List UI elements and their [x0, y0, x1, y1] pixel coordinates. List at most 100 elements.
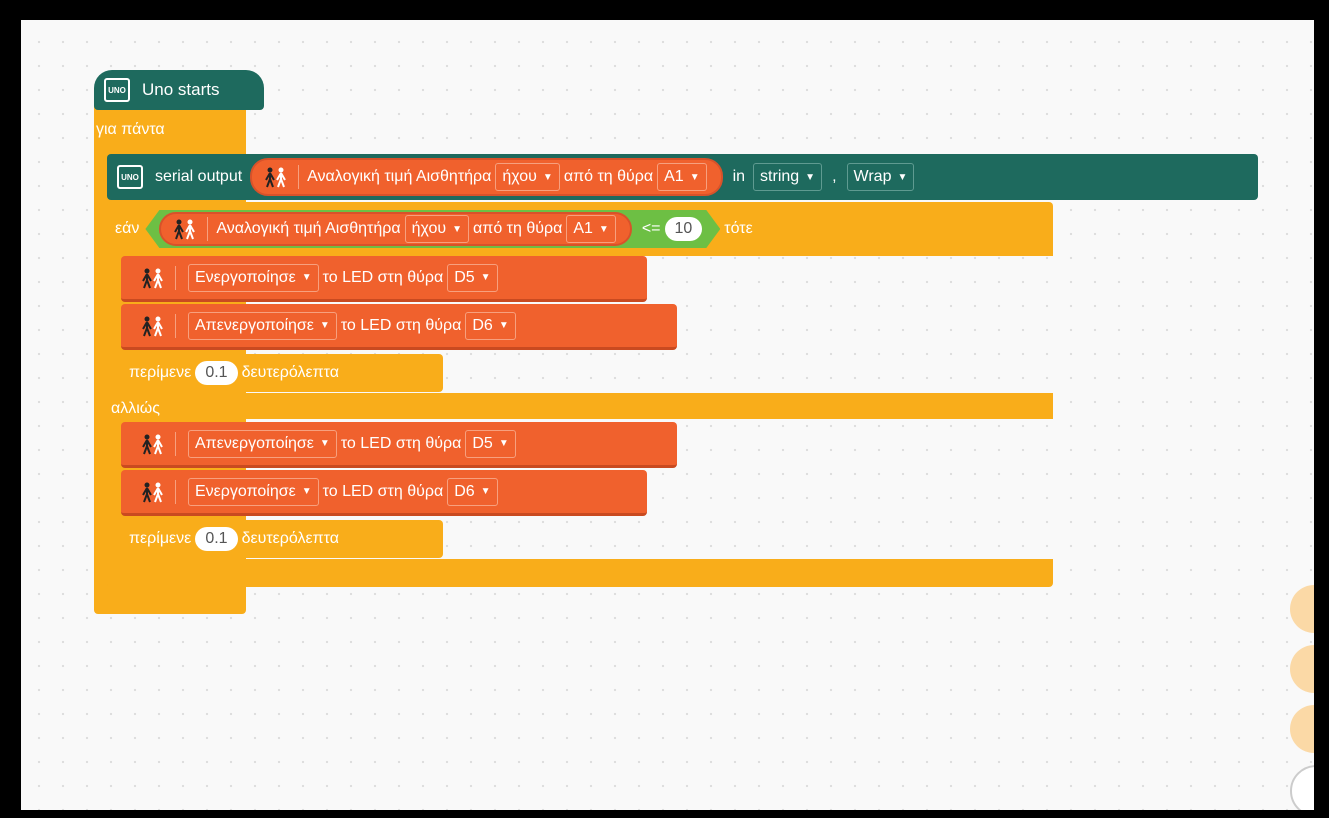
- wait-label: περίμενε: [129, 364, 192, 381]
- separator: [175, 479, 176, 504]
- led-action-value: Ενεργοποίησε: [195, 268, 296, 286]
- type-dropdown[interactable]: string ▼: [753, 163, 823, 191]
- led-port-value: D6: [472, 316, 493, 334]
- trash-button[interactable]: [1290, 705, 1314, 753]
- comparison-block[interactable]: Αναλογική τιμή Αισθητήρα ήχου ▼ από τη θύ…: [145, 210, 720, 248]
- if-then-arm: [107, 256, 121, 393]
- led-port-value: D5: [472, 434, 493, 452]
- people-sensor-icon: [142, 434, 163, 454]
- led-action-dropdown[interactable]: Ενεργοποίησε ▼: [188, 263, 319, 292]
- led-port-dropdown[interactable]: D5 ▼: [447, 263, 498, 292]
- port-value: A1: [664, 168, 684, 185]
- people-sensor-icon: [142, 316, 163, 336]
- led-action-dropdown[interactable]: Απενεργοποίησε ▼: [188, 311, 337, 340]
- dropdown-caret-icon: ▼: [598, 223, 609, 235]
- threshold-input[interactable]: 10: [665, 217, 703, 241]
- separator: [207, 217, 208, 241]
- analog-sensor-reporter[interactable]: Αναλογική τιμή Αισθητήρα ήχου ▼ από τη θύ…: [250, 158, 723, 196]
- sensor-type-dropdown[interactable]: ήχου ▼: [495, 163, 560, 191]
- dropdown-caret-icon: ▼: [319, 320, 330, 331]
- sensor-text: Αναλογική τιμή Αισθητήρα: [216, 220, 401, 237]
- comma-label: ,: [832, 168, 837, 185]
- people-sensor-icon: [171, 218, 199, 240]
- from-port-text: από τη θύρα: [473, 220, 563, 237]
- dropdown-caret-icon: ▼: [498, 320, 509, 331]
- dropdown-caret-icon: ▼: [301, 272, 312, 283]
- if-else-arm: [107, 419, 121, 559]
- uno-board-icon: UNO: [104, 78, 130, 102]
- led-action-block[interactable]: Απενεργοποίησε ▼ το LED στη θύρα D5 ▼: [121, 422, 677, 468]
- wait-label: περίμενε: [129, 530, 192, 547]
- led-action-dropdown[interactable]: Ενεργοποίησε ▼: [188, 477, 319, 506]
- wrap-dropdown[interactable]: Wrap ▼: [846, 163, 915, 191]
- led-action-block[interactable]: Ενεργοποίησε ▼ το LED στη θύρα D5 ▼: [121, 256, 647, 302]
- in-label: in: [732, 168, 746, 185]
- port-dropdown[interactable]: A1 ▼: [566, 215, 615, 243]
- led-action-value: Απενεργοποίησε: [195, 434, 314, 452]
- serial-output-block[interactable]: UNO serial output Αναλογική τιμή Αισθητή…: [107, 154, 1258, 200]
- if-block-bottom: [107, 559, 1053, 587]
- wait-unit: δευτερόλεπτα: [241, 364, 340, 381]
- screenshot-frame: UNO Uno starts για πάντα UNO serial outp…: [4, 4, 1325, 814]
- led-text: το LED στη θύρα: [322, 482, 444, 500]
- led-text: το LED στη θύρα: [322, 268, 444, 286]
- separator: [175, 313, 176, 338]
- led-text: το LED στη θύρα: [340, 434, 462, 452]
- analog-sensor-reporter[interactable]: Αναλογική τιμή Αισθητήρα ήχου ▼ από τη θύ…: [159, 212, 631, 246]
- people-sensor-icon: [142, 482, 163, 502]
- wrap-value: Wrap: [853, 168, 892, 185]
- else-bar: [107, 393, 1053, 419]
- serial-output-label: serial output: [155, 168, 243, 185]
- separator: [175, 431, 176, 456]
- sensor-type-value: ήχου: [502, 168, 537, 185]
- sensor-text: Αναλογική τιμή Αισθητήρα: [307, 168, 492, 185]
- led-port-dropdown[interactable]: D6 ▼: [465, 311, 516, 340]
- if-header: εάν Αναλογική τιμή Αισθητήρα ήχου ▼ από τ…: [107, 208, 753, 250]
- dropdown-caret-icon: ▼: [542, 171, 553, 183]
- redo-button[interactable]: [1290, 645, 1314, 693]
- type-value: string: [760, 168, 800, 185]
- led-action-dropdown[interactable]: Απενεργοποίησε ▼: [188, 429, 337, 458]
- port-dropdown[interactable]: A1 ▼: [657, 163, 707, 191]
- wait-block[interactable]: περίμενε 0.1 δευτερόλεπτα: [121, 354, 443, 392]
- sensor-type-dropdown[interactable]: ήχου ▼: [405, 215, 469, 243]
- dropdown-caret-icon: ▼: [480, 486, 491, 497]
- led-port-value: D6: [454, 482, 475, 500]
- dropdown-caret-icon: ▼: [452, 223, 463, 235]
- led-action-block[interactable]: Ενεργοποίησε ▼ το LED στη θύρα D6 ▼: [121, 470, 647, 516]
- else-label: αλλιώς: [111, 400, 161, 417]
- led-action-value: Απενεργοποίησε: [195, 316, 314, 334]
- led-action-block[interactable]: Απενεργοποίησε ▼ το LED στη θύρα D6 ▼: [121, 304, 677, 350]
- dropdown-caret-icon: ▼: [319, 438, 330, 449]
- wait-seconds-input[interactable]: 0.1: [195, 527, 238, 551]
- led-action-value: Ενεργοποίησε: [195, 482, 296, 500]
- people-sensor-icon: [265, 167, 287, 188]
- forever-label: για πάντα: [96, 121, 165, 138]
- hat-label: Uno starts: [142, 80, 220, 99]
- dropdown-caret-icon: ▼: [689, 171, 700, 183]
- uno-board-icon: UNO: [117, 165, 143, 189]
- if-label: εάν: [115, 220, 140, 237]
- separator: [298, 165, 300, 189]
- wait-seconds-input[interactable]: 0.1: [195, 361, 238, 385]
- zoom-reset-button[interactable]: [1290, 765, 1314, 810]
- wait-block[interactable]: περίμενε 0.1 δευτερόλεπτα: [121, 520, 443, 558]
- dropdown-caret-icon: ▼: [805, 171, 816, 183]
- port-value: A1: [573, 220, 593, 237]
- dropdown-caret-icon: ▼: [897, 171, 908, 183]
- separator: [175, 265, 176, 290]
- undo-button[interactable]: [1290, 585, 1314, 633]
- from-port-text: από τη θύρα: [563, 168, 654, 185]
- dropdown-caret-icon: ▼: [301, 486, 312, 497]
- led-port-dropdown[interactable]: D5 ▼: [465, 429, 516, 458]
- dropdown-caret-icon: ▼: [480, 272, 491, 283]
- led-port-value: D5: [454, 268, 475, 286]
- wait-unit: δευτερόλεπτα: [241, 530, 340, 547]
- led-port-dropdown[interactable]: D6 ▼: [447, 477, 498, 506]
- block-workspace[interactable]: UNO Uno starts για πάντα UNO serial outp…: [21, 20, 1314, 810]
- operator-label: <=: [641, 220, 661, 237]
- then-label: τότε: [724, 220, 753, 237]
- uno-starts-hat-block[interactable]: UNO Uno starts: [94, 70, 264, 110]
- dropdown-caret-icon: ▼: [498, 438, 509, 449]
- led-text: το LED στη θύρα: [340, 316, 462, 334]
